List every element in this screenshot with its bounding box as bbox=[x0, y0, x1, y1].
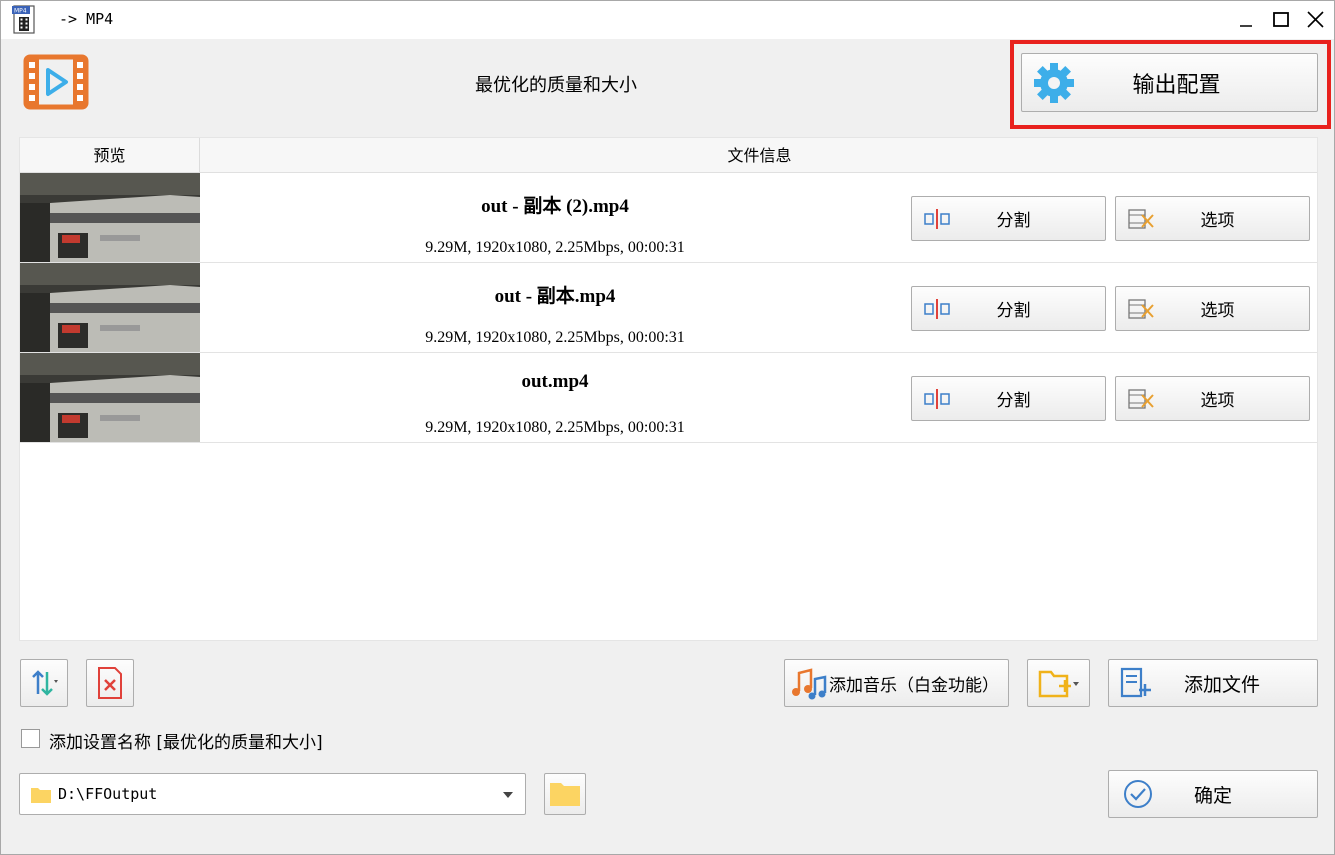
remove-all-button[interactable] bbox=[86, 659, 134, 707]
chevron-down-icon bbox=[503, 792, 513, 798]
delete-file-icon bbox=[98, 667, 122, 699]
mp4-file-icon: MP4 bbox=[12, 5, 35, 34]
output-settings-label: 输出配置 bbox=[1132, 72, 1221, 98]
column-file-info: 文件信息 bbox=[727, 146, 792, 165]
options-button[interactable]: 选项 bbox=[1115, 196, 1310, 241]
add-file-label: 添加文件 bbox=[1183, 673, 1260, 696]
split-label: 分割 bbox=[996, 391, 1031, 411]
add-music-label: 添加音乐（白金功能） bbox=[829, 675, 999, 696]
file-name: out.mp4 bbox=[521, 371, 589, 392]
confirm-label: 确定 bbox=[1193, 784, 1232, 807]
add-folder-button[interactable] bbox=[1027, 659, 1090, 707]
video-thumbnail bbox=[20, 353, 200, 442]
output-settings-button[interactable]: 输出配置 bbox=[1021, 53, 1318, 112]
split-button[interactable]: 分割 bbox=[911, 196, 1106, 241]
sort-arrows-icon bbox=[32, 670, 58, 696]
split-icon bbox=[924, 388, 950, 409]
gear-icon bbox=[1034, 62, 1074, 103]
confirm-button[interactable]: 确定 bbox=[1108, 770, 1318, 818]
options-button[interactable]: 选项 bbox=[1115, 286, 1310, 331]
file-row[interactable]: out - 副本.mp4 9.29M, 1920x1080, 2.25Mbps,… bbox=[20, 263, 1317, 353]
file-row[interactable]: out - 副本 (2).mp4 9.29M, 1920x1080, 2.25M… bbox=[20, 173, 1317, 263]
column-preview: 预览 bbox=[20, 138, 200, 173]
maximize-icon[interactable] bbox=[1268, 7, 1294, 33]
split-label: 分割 bbox=[996, 301, 1031, 321]
clip-edit-icon bbox=[1128, 298, 1154, 319]
output-path-value: D:\FFOutput bbox=[58, 785, 158, 803]
file-name: out - 副本.mp4 bbox=[494, 286, 616, 307]
options-button[interactable]: 选项 bbox=[1115, 376, 1310, 421]
clip-edit-icon bbox=[1128, 388, 1154, 409]
add-folder-icon bbox=[1038, 670, 1079, 698]
add-file-button[interactable]: 添加文件 bbox=[1108, 659, 1318, 707]
add-name-label: 添加设置名称 [最优化的质量和大小] bbox=[49, 733, 323, 753]
svg-text:MP4: MP4 bbox=[14, 8, 27, 15]
add-name-checkbox[interactable] bbox=[21, 729, 40, 748]
split-label: 分割 bbox=[996, 211, 1031, 231]
browse-folder-button[interactable] bbox=[544, 773, 586, 815]
folder-icon bbox=[31, 788, 51, 803]
window-title: -> MP4 bbox=[59, 10, 114, 28]
options-label: 选项 bbox=[1200, 301, 1235, 321]
options-label: 选项 bbox=[1200, 391, 1235, 411]
app-window: MP4 -> MP4 最优化的质量和大小 输出配置 预览 文件信息 out - … bbox=[0, 0, 1335, 855]
options-label: 选项 bbox=[1200, 211, 1235, 231]
file-meta: 9.29M, 1920x1080, 2.25Mbps, 00:00:31 bbox=[425, 419, 685, 436]
add-file-icon bbox=[1120, 667, 1151, 698]
file-list: 预览 文件信息 out - 副本 (2).mp4 9.29M, 1920x108… bbox=[19, 137, 1318, 641]
title-bar: MP4 -> MP4 bbox=[1, 1, 1334, 39]
split-icon bbox=[924, 208, 950, 229]
profile-name: 最优化的质量和大小 bbox=[475, 75, 637, 96]
split-icon bbox=[924, 298, 950, 319]
file-meta: 9.29M, 1920x1080, 2.25Mbps, 00:00:31 bbox=[425, 329, 685, 346]
add-music-button[interactable]: 添加音乐（白金功能） bbox=[784, 659, 1009, 707]
video-thumbnail bbox=[20, 173, 200, 262]
check-circle-icon bbox=[1124, 780, 1152, 808]
list-header: 预览 文件信息 bbox=[20, 138, 1317, 173]
split-button[interactable]: 分割 bbox=[911, 286, 1106, 331]
file-name: out - 副本 (2).mp4 bbox=[481, 196, 629, 217]
minimize-icon[interactable] bbox=[1233, 7, 1259, 33]
sort-button[interactable] bbox=[20, 659, 68, 707]
music-note-icon bbox=[792, 668, 827, 700]
file-row[interactable]: out.mp4 9.29M, 1920x1080, 2.25Mbps, 00:0… bbox=[20, 353, 1317, 443]
output-path-select[interactable]: D:\FFOutput bbox=[19, 773, 526, 815]
file-meta: 9.29M, 1920x1080, 2.25Mbps, 00:00:31 bbox=[425, 239, 685, 256]
folder-open-icon bbox=[550, 783, 580, 806]
close-icon[interactable] bbox=[1303, 7, 1329, 33]
clip-edit-icon bbox=[1128, 208, 1154, 229]
split-button[interactable]: 分割 bbox=[911, 376, 1106, 421]
video-thumbnail bbox=[20, 263, 200, 352]
